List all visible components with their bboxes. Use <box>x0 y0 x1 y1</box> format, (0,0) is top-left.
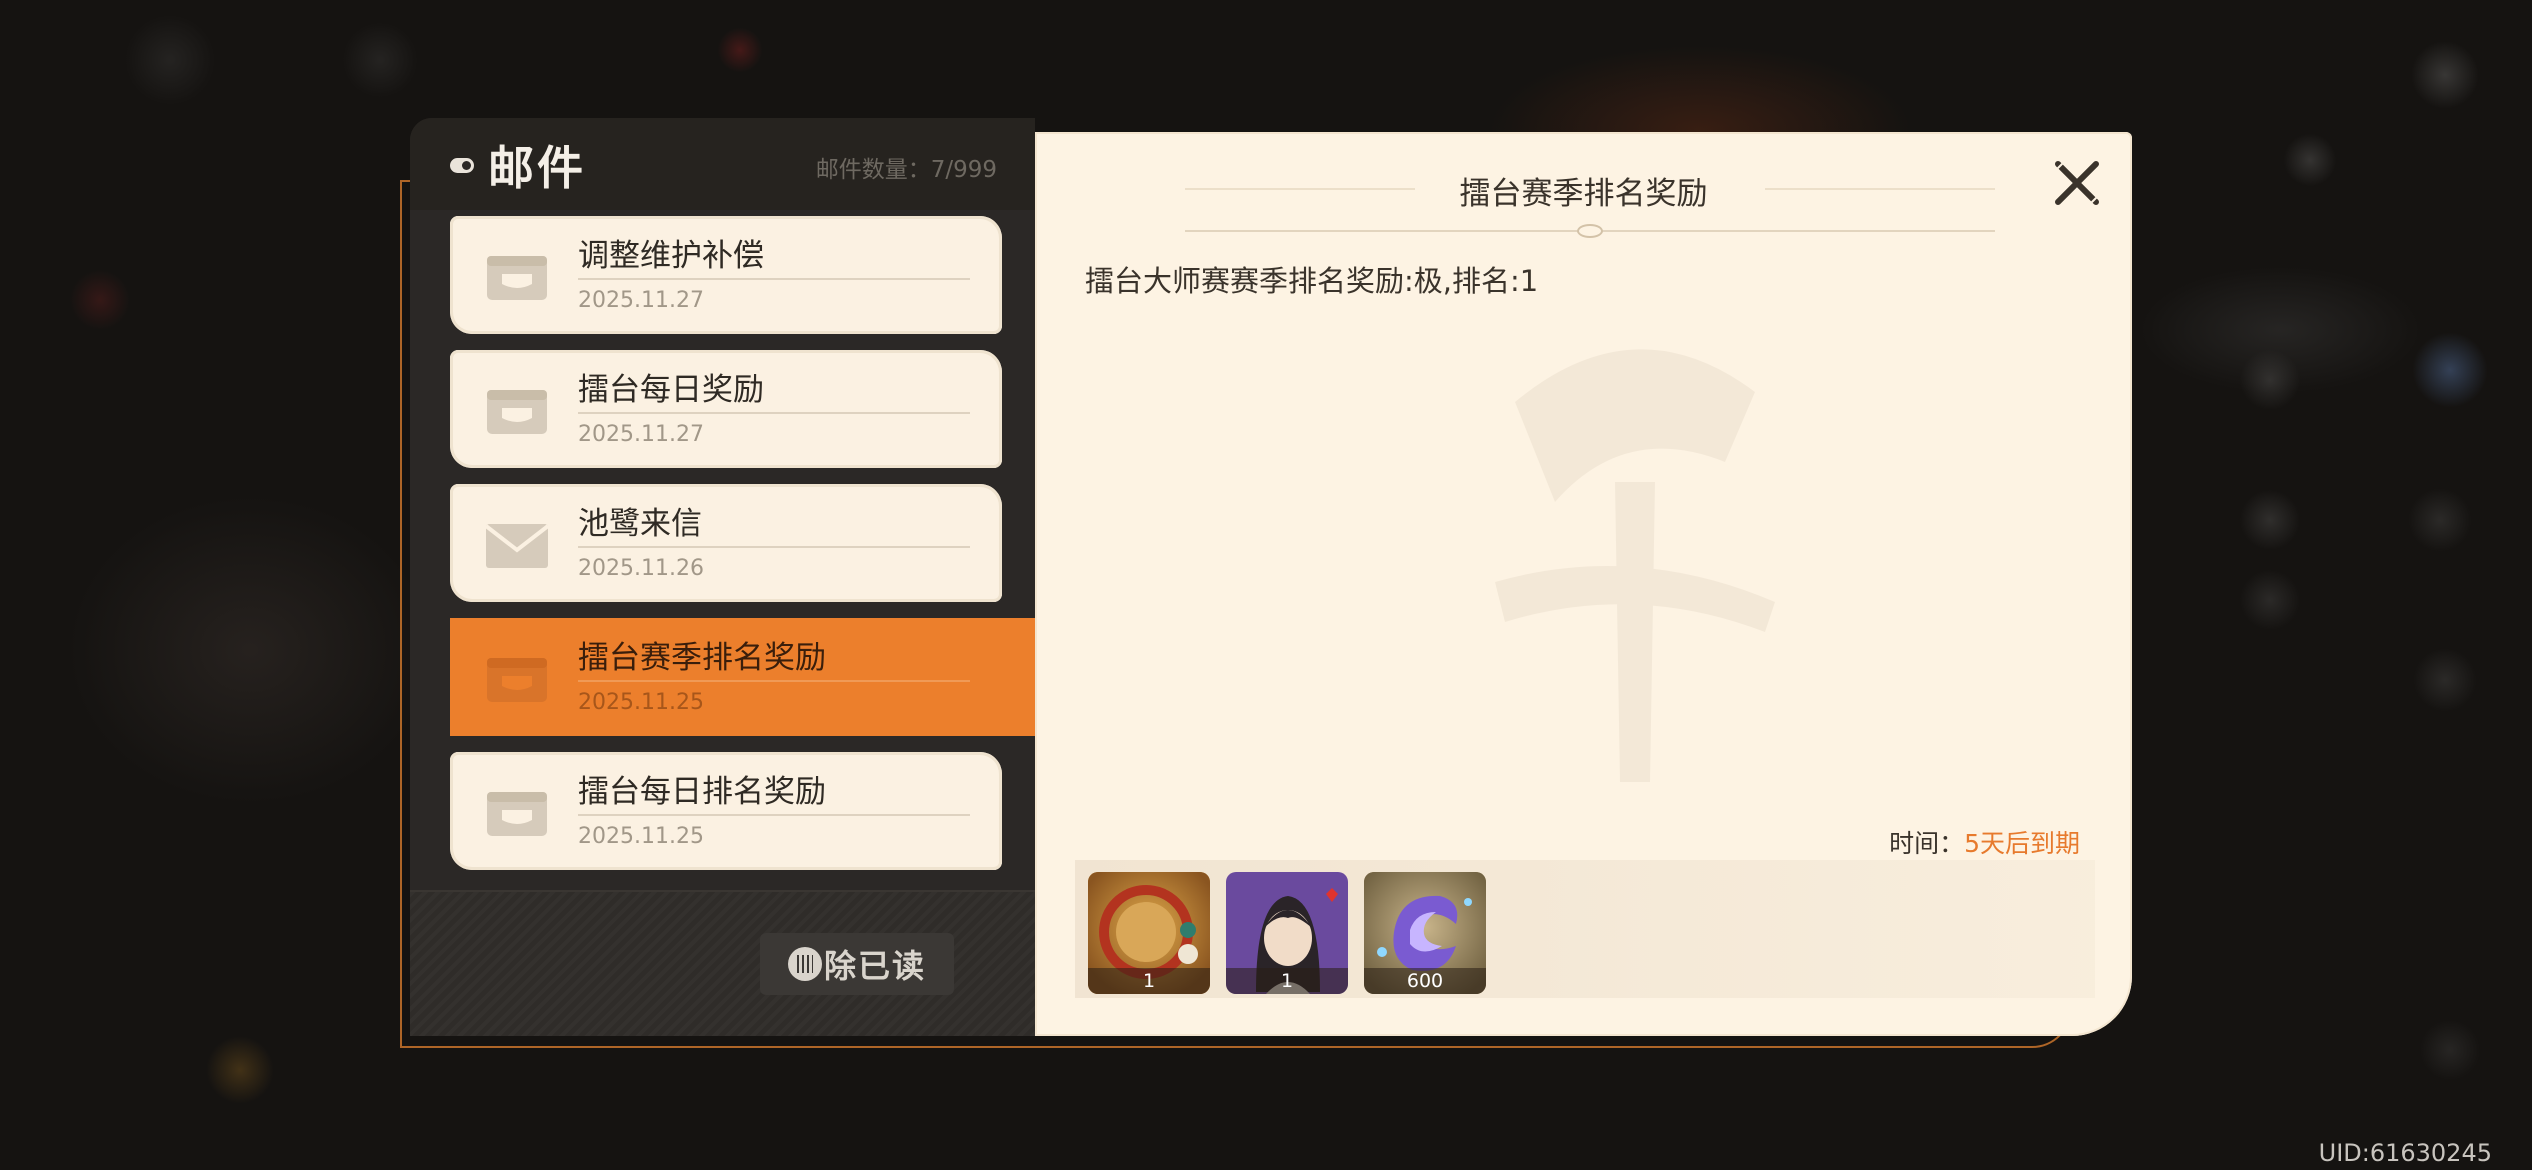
expiry-value: 5天后到期 <box>1964 829 2080 858</box>
close-icon[interactable] <box>2050 156 2104 210</box>
mail-date: 2025.11.27 <box>578 288 704 313</box>
mail-item[interactable]: 擂台每日排名奖励 2025.11.25 <box>450 752 1002 870</box>
mail-detail-panel: 擂台赛季排名奖励 擂台大师赛赛季排名奖励:极,排名:1 时间：5天后到期 1 1… <box>1035 132 2132 1036</box>
clear-read-button[interactable]: 除已读 <box>760 933 954 995</box>
mail-subject: 池鹭来信 <box>578 506 702 542</box>
chest-icon <box>487 256 547 300</box>
mail-item-selected[interactable]: 擂台赛季排名奖励 2025.11.25 <box>450 618 1035 736</box>
title-divider-knot <box>1577 224 1603 238</box>
divider <box>578 278 970 280</box>
mail-date: 2025.11.27 <box>578 422 704 447</box>
reward-count: 1 <box>1226 968 1348 994</box>
mail-item[interactable]: 调整维护补偿 2025.11.27 <box>450 216 1002 334</box>
expiry-row: 时间：5天后到期 <box>1889 824 2080 860</box>
envelope-icon <box>484 524 550 568</box>
divider <box>578 546 970 548</box>
mail-subject: 擂台赛季排名奖励 <box>578 640 826 676</box>
toggle-dot-icon <box>450 158 474 173</box>
reward-item[interactable]: 1 <box>1226 872 1348 994</box>
mail-date: 2025.11.25 <box>578 690 704 715</box>
reward-count: 600 <box>1364 968 1486 994</box>
detail-title: 擂台赛季排名奖励 <box>1459 176 1708 212</box>
trash-icon <box>788 947 822 981</box>
expiry-label: 时间： <box>1889 829 1965 858</box>
mail-subject: 调整维护补偿 <box>578 238 764 274</box>
chest-icon <box>487 658 547 702</box>
mail-date: 2025.11.25 <box>578 824 704 849</box>
chest-icon <box>487 792 547 836</box>
mail-subject: 擂台每日排名奖励 <box>578 774 826 810</box>
calligraphy-watermark-icon <box>1495 349 1775 782</box>
reward-item[interactable]: 600 <box>1364 872 1486 994</box>
reward-count: 1 <box>1088 968 1210 994</box>
chest-icon <box>487 390 547 434</box>
divider <box>578 814 970 816</box>
mail-list-header: 邮件 邮件数量：7/999 <box>410 118 1035 210</box>
mail-item[interactable]: 擂台每日奖励 2025.11.27 <box>450 350 1002 468</box>
mail-list-panel: 邮件 邮件数量：7/999 调整维护补偿 2025.11.27 擂台每日奖励 2… <box>410 118 1035 1036</box>
mail-date: 2025.11.26 <box>578 556 704 581</box>
mail-item[interactable]: 池鹭来信 2025.11.26 <box>450 484 1002 602</box>
divider <box>578 680 970 682</box>
mailbox-title: 邮件 <box>488 141 586 195</box>
mail-subject: 擂台每日奖励 <box>578 372 764 408</box>
reward-item[interactable]: 1 <box>1088 872 1210 994</box>
mail-count: 邮件数量：7/999 <box>815 157 997 183</box>
divider <box>578 412 970 414</box>
user-id: UID:61630245 <box>2318 1139 2492 1167</box>
clear-read-label: 除已读 <box>824 947 927 985</box>
mail-body-text: 擂台大师赛赛季排名奖励:极,排名:1 <box>1085 264 1539 298</box>
